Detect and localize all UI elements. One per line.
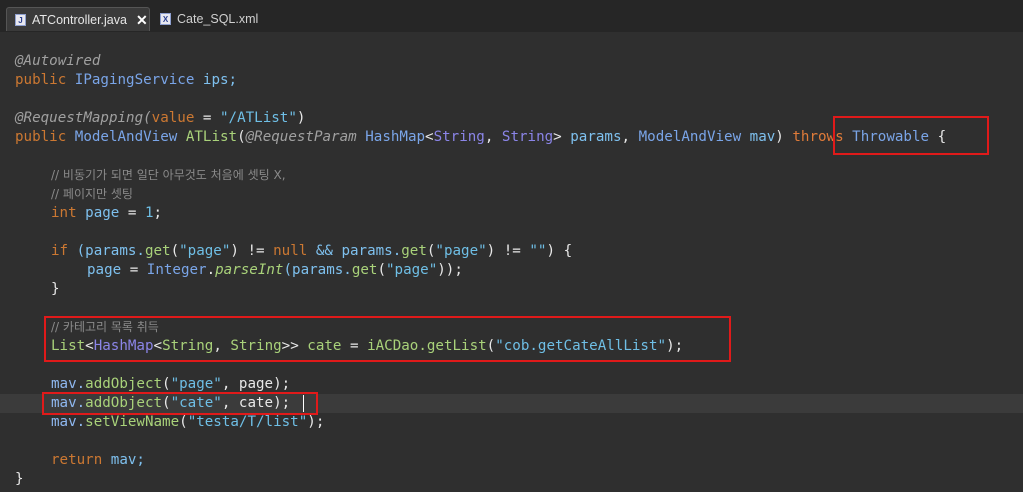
- editor-tab-bar: J ATController.java ✕ X Cate_SQL.xml: [0, 0, 1023, 32]
- code-line: return mav;: [51, 452, 145, 468]
- tab-label: Cate_SQL.xml: [177, 12, 259, 26]
- code-line: if (params.get("page") != null && params…: [51, 243, 573, 259]
- xml-file-icon: X: [160, 13, 171, 25]
- close-icon[interactable]: ✕: [136, 13, 148, 27]
- code-line: @RequestMapping(value = "/ATList"): [15, 110, 306, 126]
- code-line: @Autowired: [15, 53, 101, 69]
- tab-cate-sql-xml[interactable]: X Cate_SQL.xml: [152, 7, 262, 31]
- code-line: int page = 1;: [51, 205, 163, 221]
- code-line: }: [51, 281, 60, 297]
- highlight-box-add-cate: [42, 392, 318, 415]
- java-file-icon: J: [15, 13, 26, 26]
- highlight-box-cate-list: [44, 316, 731, 362]
- tab-label: ATController.java: [32, 12, 127, 27]
- code-line: public IPagingService ips;: [15, 72, 238, 88]
- code-comment: // 비동기가 되면 일단 아무것도 처음에 셋팅 X,: [51, 168, 286, 182]
- code-line: page = Integer.parseInt(params.get("page…: [87, 262, 463, 278]
- code-editor[interactable]: @Autowired public IPagingService ips; @R…: [0, 32, 1023, 492]
- code-line: mav.setViewName("testa/T/list");: [51, 414, 325, 430]
- tab-atcontroller-java[interactable]: J ATController.java ✕: [6, 7, 150, 31]
- highlight-box-throws: [833, 116, 989, 155]
- code-line: public ModelAndView ATList(@RequestParam…: [15, 129, 947, 145]
- code-line: }: [15, 471, 24, 487]
- code-comment: // 페이지만 셋팅: [51, 187, 133, 201]
